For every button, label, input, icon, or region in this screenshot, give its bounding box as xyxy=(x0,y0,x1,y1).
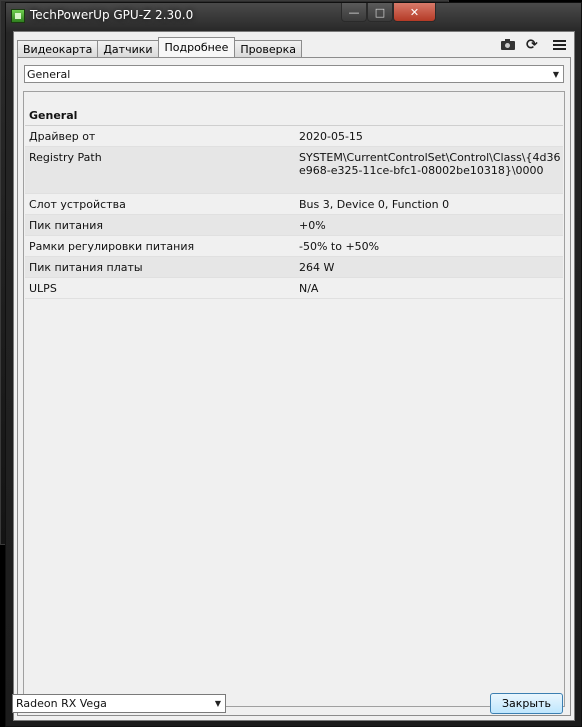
camera-icon[interactable] xyxy=(500,38,516,52)
tab-bar: Видеокарта Датчики Подробнее Проверка xyxy=(17,37,302,57)
detail-row-power-range: Рамки регулировки питания -50% to +50% xyxy=(25,236,563,257)
section-header: General xyxy=(29,109,78,122)
detail-key: Пик питания платы xyxy=(29,261,143,274)
detail-row-board-power: Пик питания платы 264 W xyxy=(25,257,563,278)
detail-row-driver-date: Драйвер от 2020-05-15 xyxy=(25,126,563,147)
minimize-button[interactable]: — xyxy=(341,3,367,22)
category-select[interactable]: General ▼ xyxy=(24,65,564,83)
details-list: General Драйвер от 2020-05-15 Registry P… xyxy=(23,91,565,707)
advanced-panel: General ▼ General Драйвер от 2020-05-15 … xyxy=(17,57,571,716)
close-icon: ✕ xyxy=(409,5,420,19)
gpu-select-value: Radeon RX Vega xyxy=(16,697,107,710)
minimize-icon: — xyxy=(348,5,360,19)
detail-value: N/A xyxy=(299,282,319,295)
category-select-value: General xyxy=(27,67,71,81)
maximize-icon: □ xyxy=(374,5,386,19)
detail-row-registry-path: Registry Path SYSTEM\CurrentControlSet\C… xyxy=(25,147,563,194)
detail-value: Bus 3, Device 0, Function 0 xyxy=(299,198,450,211)
detail-value: +0% xyxy=(299,219,326,232)
toolbar: ⟳ xyxy=(500,38,568,52)
tab-sensors[interactable]: Датчики xyxy=(97,40,159,57)
tab-advanced[interactable]: Подробнее xyxy=(157,37,236,57)
chevron-down-icon: ▼ xyxy=(552,70,559,79)
detail-row-ulps: ULPS N/A xyxy=(25,278,563,299)
menu-icon[interactable] xyxy=(552,38,568,52)
detail-key: Registry Path xyxy=(29,151,102,164)
chevron-down-icon: ▼ xyxy=(214,699,221,708)
detail-key: Пик питания xyxy=(29,219,104,232)
gpuz-window: TechPowerUp GPU-Z 2.30.0 — □ ✕ Видеокарт… xyxy=(5,2,582,727)
tab-validation[interactable]: Проверка xyxy=(234,40,302,57)
title-bar[interactable]: TechPowerUp GPU-Z 2.30.0 — □ ✕ xyxy=(6,3,581,29)
detail-row-device-slot: Слот устройства Bus 3, Device 0, Functio… xyxy=(25,194,563,215)
detail-key: Слот устройства xyxy=(29,198,126,211)
detail-key: ULPS xyxy=(29,282,57,295)
detail-value: 2020-05-15 xyxy=(299,130,363,143)
detail-key: Рамки регулировки питания xyxy=(29,240,195,253)
detail-value: 264 W xyxy=(299,261,335,274)
close-window-button[interactable]: ✕ xyxy=(393,3,436,22)
detail-key: Драйвер от xyxy=(29,130,96,143)
detail-value: -50% to +50% xyxy=(299,240,380,253)
detail-value: SYSTEM\CurrentControlSet\Control\Class\{… xyxy=(299,151,561,177)
close-button[interactable]: Закрыть xyxy=(490,693,563,714)
maximize-button[interactable]: □ xyxy=(367,3,393,22)
window-title: TechPowerUp GPU-Z 2.30.0 xyxy=(30,8,194,22)
gpu-select[interactable]: Radeon RX Vega ▼ xyxy=(12,694,226,713)
refresh-icon[interactable]: ⟳ xyxy=(526,38,542,52)
app-icon xyxy=(11,9,25,23)
client-area: Видеокарта Датчики Подробнее Проверка ⟳ … xyxy=(13,31,575,721)
tab-graphics-card[interactable]: Видеокарта xyxy=(17,40,99,57)
detail-row-power-limit: Пик питания +0% xyxy=(25,215,563,236)
